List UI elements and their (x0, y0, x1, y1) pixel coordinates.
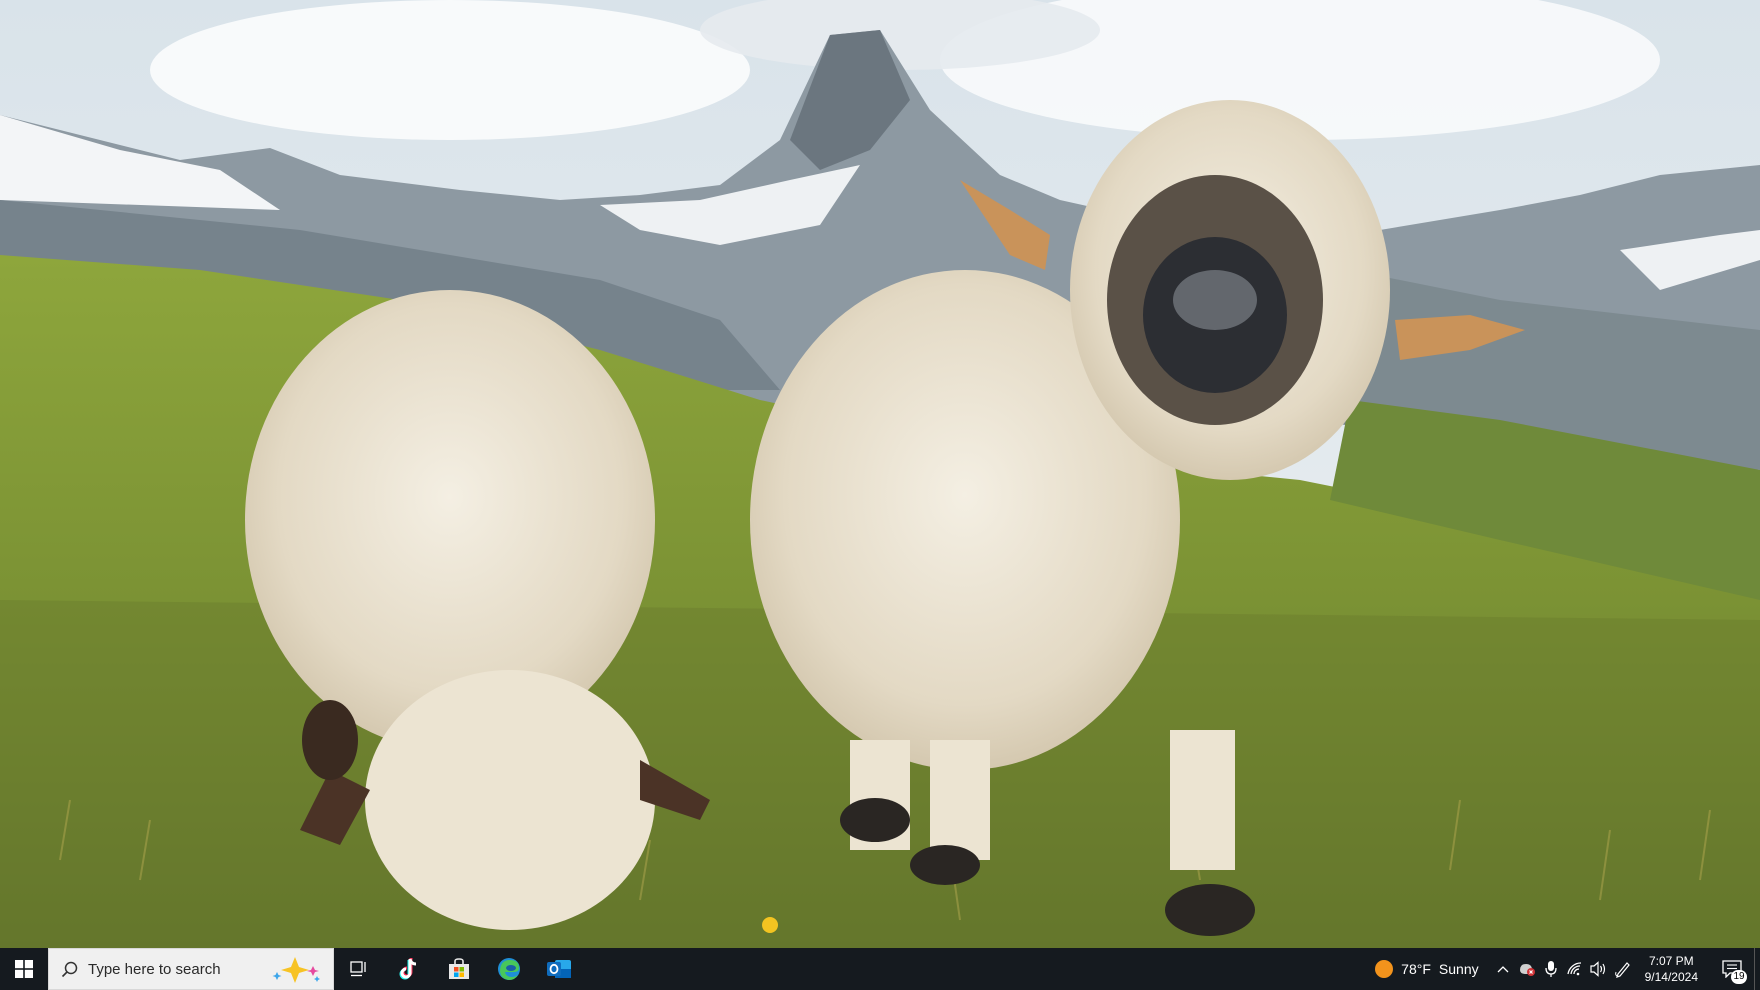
taskbar-app-tiktok[interactable] (384, 948, 434, 990)
weather-condition: Sunny (1438, 961, 1479, 977)
clock-date: 9/14/2024 (1644, 970, 1698, 984)
show-desktop-button[interactable] (1754, 948, 1760, 990)
wifi-icon (1566, 962, 1581, 976)
volume-tray-button[interactable] (1587, 948, 1611, 990)
system-tray: 78°F Sunny 7:07 PM 9/14/2024 19 (1363, 948, 1760, 990)
chevron-up-icon (1497, 966, 1509, 973)
start-button[interactable] (0, 948, 48, 990)
taskbar-app-outlook[interactable] (534, 948, 584, 990)
outlook-icon (547, 960, 571, 978)
notification-center-button[interactable]: 19 (1710, 948, 1754, 990)
clock-time: 7:07 PM (1648, 954, 1694, 968)
weather-temperature: 78°F (1401, 961, 1431, 977)
pen-menu-tray-button[interactable] (1611, 948, 1635, 990)
microphone-tray-button[interactable] (1539, 948, 1563, 990)
taskbar-app-microsoft-store[interactable] (434, 948, 484, 990)
search-icon (61, 961, 78, 977)
task-view-button[interactable] (334, 948, 384, 990)
network-tray-button[interactable] (1563, 948, 1587, 990)
microsoft-store-icon (449, 958, 469, 979)
tiktok-icon (399, 958, 417, 980)
task-view-icon (350, 961, 366, 977)
search-input[interactable] (88, 960, 248, 978)
search-highlight-sparkle-icon[interactable] (265, 956, 323, 984)
microphone-icon (1544, 961, 1557, 977)
windows-logo-icon (15, 960, 33, 978)
desktop-wallpaper (0, 0, 1760, 948)
wallpaper-image (0, 0, 1760, 948)
show-hidden-icons-button[interactable] (1491, 948, 1515, 990)
taskbar-clock[interactable]: 7:07 PM 9/14/2024 (1635, 953, 1710, 985)
taskbar-search-box[interactable] (48, 948, 334, 990)
edge-icon (498, 958, 520, 980)
taskbar-app-edge[interactable] (484, 948, 534, 990)
weather-widget[interactable]: 78°F Sunny (1363, 960, 1490, 978)
taskbar: 78°F Sunny (0, 948, 1760, 990)
security-alert-tray-button[interactable] (1515, 948, 1539, 990)
speaker-icon (1590, 961, 1605, 977)
pen-icon (1614, 962, 1630, 978)
security-alert-icon (1519, 964, 1535, 976)
notification-count-badge: 19 (1731, 970, 1747, 984)
sun-icon (1375, 960, 1394, 978)
